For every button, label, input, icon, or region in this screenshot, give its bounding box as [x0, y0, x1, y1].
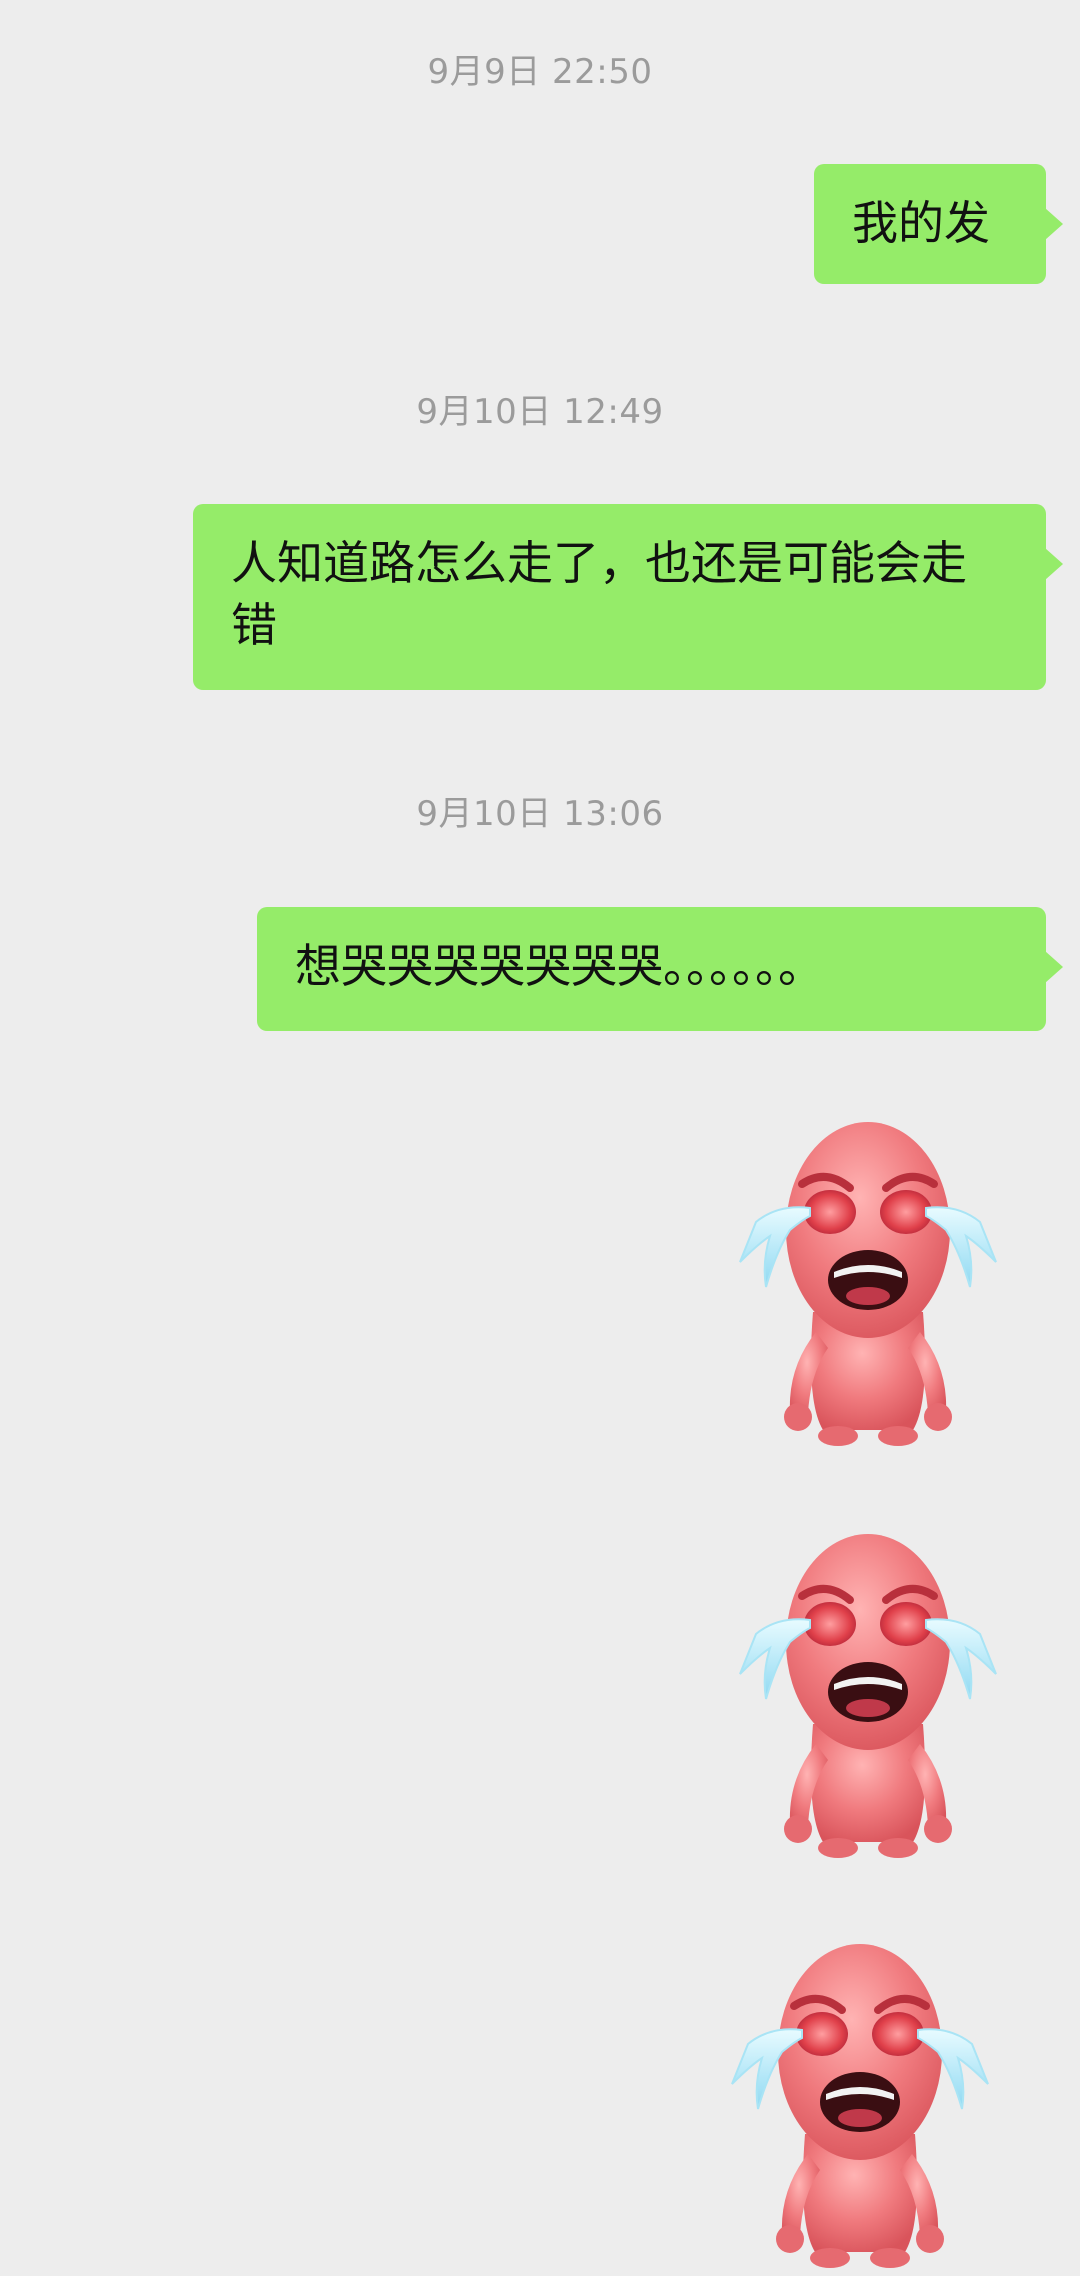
chat-message-list[interactable]: 9月9日 22:50 我的发 9月10日 12:49 人知道路怎么走了，也还是可… [0, 0, 1080, 2276]
timestamp: 9月10日 13:06 [416, 794, 664, 834]
message-text: 人知道路怎么走了，也还是可能会走错 [231, 536, 967, 652]
crying-pink-character-icon [710, 1934, 1010, 2274]
timestamp: 9月9日 22:50 [427, 52, 653, 92]
timestamp: 9月10日 12:49 [416, 392, 664, 432]
message-bubble-self[interactable]: 我的发 [814, 164, 1063, 284]
bubble-tail [1045, 208, 1063, 240]
message-bubble-self[interactable]: 人知道路怎么走了，也还是可能会走错 [193, 504, 1063, 690]
sticker-message[interactable] [718, 1112, 1018, 1452]
message-text: 想哭哭哭哭哭哭哭。。。。。。 [295, 939, 824, 993]
bubble-tail [1045, 951, 1063, 983]
crying-pink-character-icon [718, 1524, 1018, 1864]
message-bubble-self[interactable]: 想哭哭哭哭哭哭哭。。。。。。 [257, 907, 1063, 1031]
sticker-message[interactable] [718, 1524, 1018, 1864]
bubble-tail [1045, 548, 1063, 580]
crying-pink-character-icon [718, 1112, 1018, 1452]
sticker-message[interactable] [710, 1934, 1010, 2274]
message-text: 我的发 [852, 196, 990, 250]
